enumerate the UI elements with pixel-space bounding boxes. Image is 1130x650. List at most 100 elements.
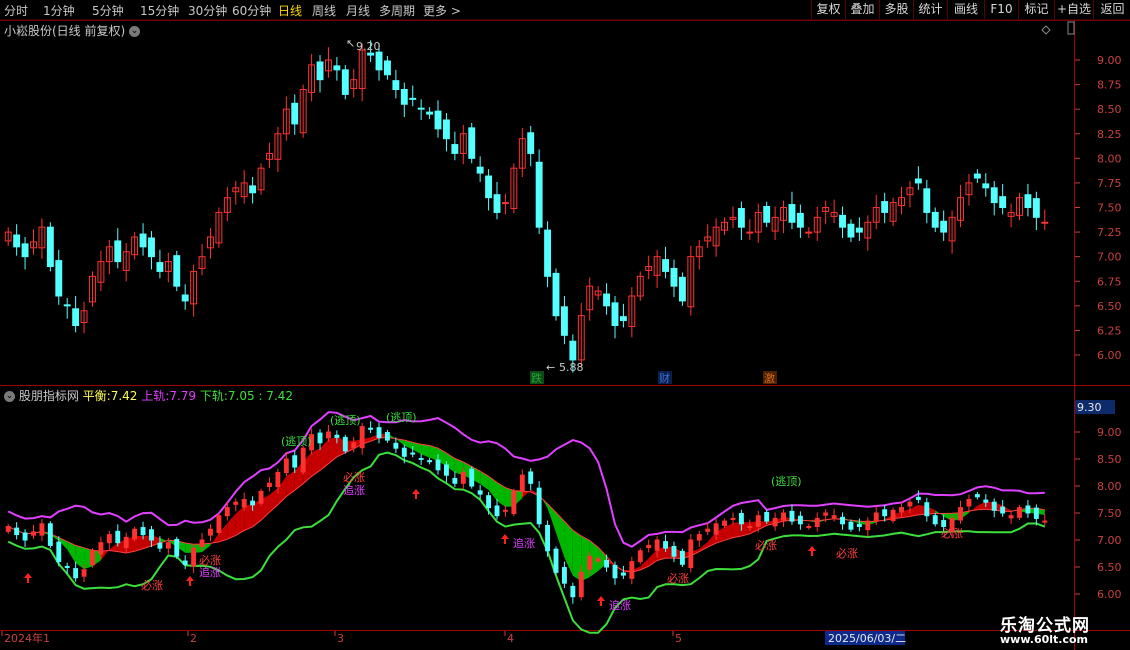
candle-body [805,231,813,234]
indicator-candle-body [267,482,272,488]
indicator-candle-body [494,505,500,517]
candle-body [737,207,745,228]
indicator-candle-body [486,495,492,509]
candle-body [493,194,501,213]
candle-body [173,255,181,287]
signal-label: 追涨 [513,536,535,550]
indicator-candle-body [1000,506,1006,514]
indicator-candle-body [873,512,879,522]
candle-body [569,340,577,361]
indicator-candle-body [545,524,551,552]
price-tick-label: 8.75 [1097,79,1122,92]
candle-body [619,316,627,322]
signal-label: 必涨 [836,547,858,560]
indicator-candle-body [275,472,281,488]
event-tag-die[interactable]: 跌 [531,371,542,385]
signal-label: 必涨 [755,539,777,552]
indicator-candle-body [31,531,36,536]
price-tick-label: 8.00 [1097,152,1122,165]
price-tick-label: 8.25 [1097,128,1122,141]
candle-body [249,185,257,194]
indicator-candle-body [932,515,938,525]
candle-body [291,102,299,125]
watermark-url: www.60lt.com [1000,633,1089,646]
indicator-tick-label: 7.00 [1097,534,1122,547]
signal-label: 追涨 [199,565,221,579]
candle-body [931,211,939,228]
chevron-down-icon[interactable]: ⌄ [129,26,141,37]
indicator-candle-body [174,538,180,557]
indicator-candle-body [342,436,348,452]
trend-ribbon-segment [699,542,708,552]
event-tag-cai[interactable]: 财 [659,371,670,385]
diamond-icon[interactable] [1041,25,1051,35]
indicator-candle-body [764,511,770,522]
indicator-candle-body [747,526,753,528]
buy-arrow-icon [24,573,32,583]
indicator-candle-body [435,459,441,471]
indicator-candle-body [890,509,896,522]
indicator-candle-body [654,539,660,551]
indicator-candle-body [823,512,829,516]
date-label: 2 [190,632,197,645]
candle-body [139,233,147,248]
kline-chart[interactable]: 9.00 8.75 8.50 8.25 8.00 7.75 7.50 7.25 7.00 6.75… [0,0,1130,650]
indicator-candle-body [224,507,230,517]
indicator-candle-body [671,545,677,557]
trend-ribbon-segment [977,501,986,510]
indicator-candle-body [132,528,138,540]
indicator-candle-body [418,457,424,460]
candle-body [678,276,686,302]
lower-label: 下轨: [199,389,228,403]
indicator-candle-body [191,547,197,567]
candle-body [552,272,560,317]
buy-arrow-icon [597,596,605,606]
low-arrow-icon: ← [546,361,555,374]
price-tick-label: 7.50 [1097,202,1122,215]
indicator-candle-body [797,515,803,525]
candle-body [13,234,21,248]
candle-body [1041,221,1049,224]
candle-body [1032,198,1040,218]
indicator-candle-body [663,541,669,549]
indicator-tick-label: 8.00 [1097,480,1122,493]
indicator-candle-body [1025,505,1031,514]
indicator-candle-body [587,555,593,570]
buy-arrow-icon [412,489,420,499]
candle-body [46,226,54,268]
indicator-candle-body [427,460,433,463]
indicator-candle-body [64,565,70,568]
candle-body [156,262,164,272]
indicator-candle-body [258,490,264,504]
indicator-candle-body [646,544,652,549]
indicator-candle-body [469,468,475,487]
chevron-down-icon[interactable]: ⌄ [4,391,15,402]
indicator-candle-body [165,542,171,549]
indicator-candle-body [39,523,45,536]
indicator-candle-body [528,471,534,484]
trend-ribbon-segment [497,482,506,507]
indicator-candle-body [595,558,601,562]
candle-body [990,187,998,204]
candle-body [367,52,375,56]
candle-body [973,173,981,179]
indicator-candle-body [722,520,727,526]
candle-body [451,144,459,154]
date-label: 4 [507,632,514,645]
indicator-candle-body [401,447,407,457]
candle-body [560,306,568,336]
signal-label: 必涨 [141,579,163,592]
trend-ribbon-segment [75,545,85,570]
indicator-candle-body [536,487,542,525]
candle-body [881,201,889,213]
panel-resize-icon[interactable] [1067,21,1075,35]
indicator-candle-body [696,534,702,541]
price-tick-label: 6.50 [1097,300,1122,313]
indicator-candle-body [502,509,508,512]
event-tag-ji[interactable]: 激 [764,371,775,385]
signal-label: 追涨 [609,598,631,612]
trend-ribbon-segment [320,439,329,471]
candle-body [476,166,484,174]
indicator-candle-body [679,550,685,565]
indicator-candle-body [789,510,795,522]
